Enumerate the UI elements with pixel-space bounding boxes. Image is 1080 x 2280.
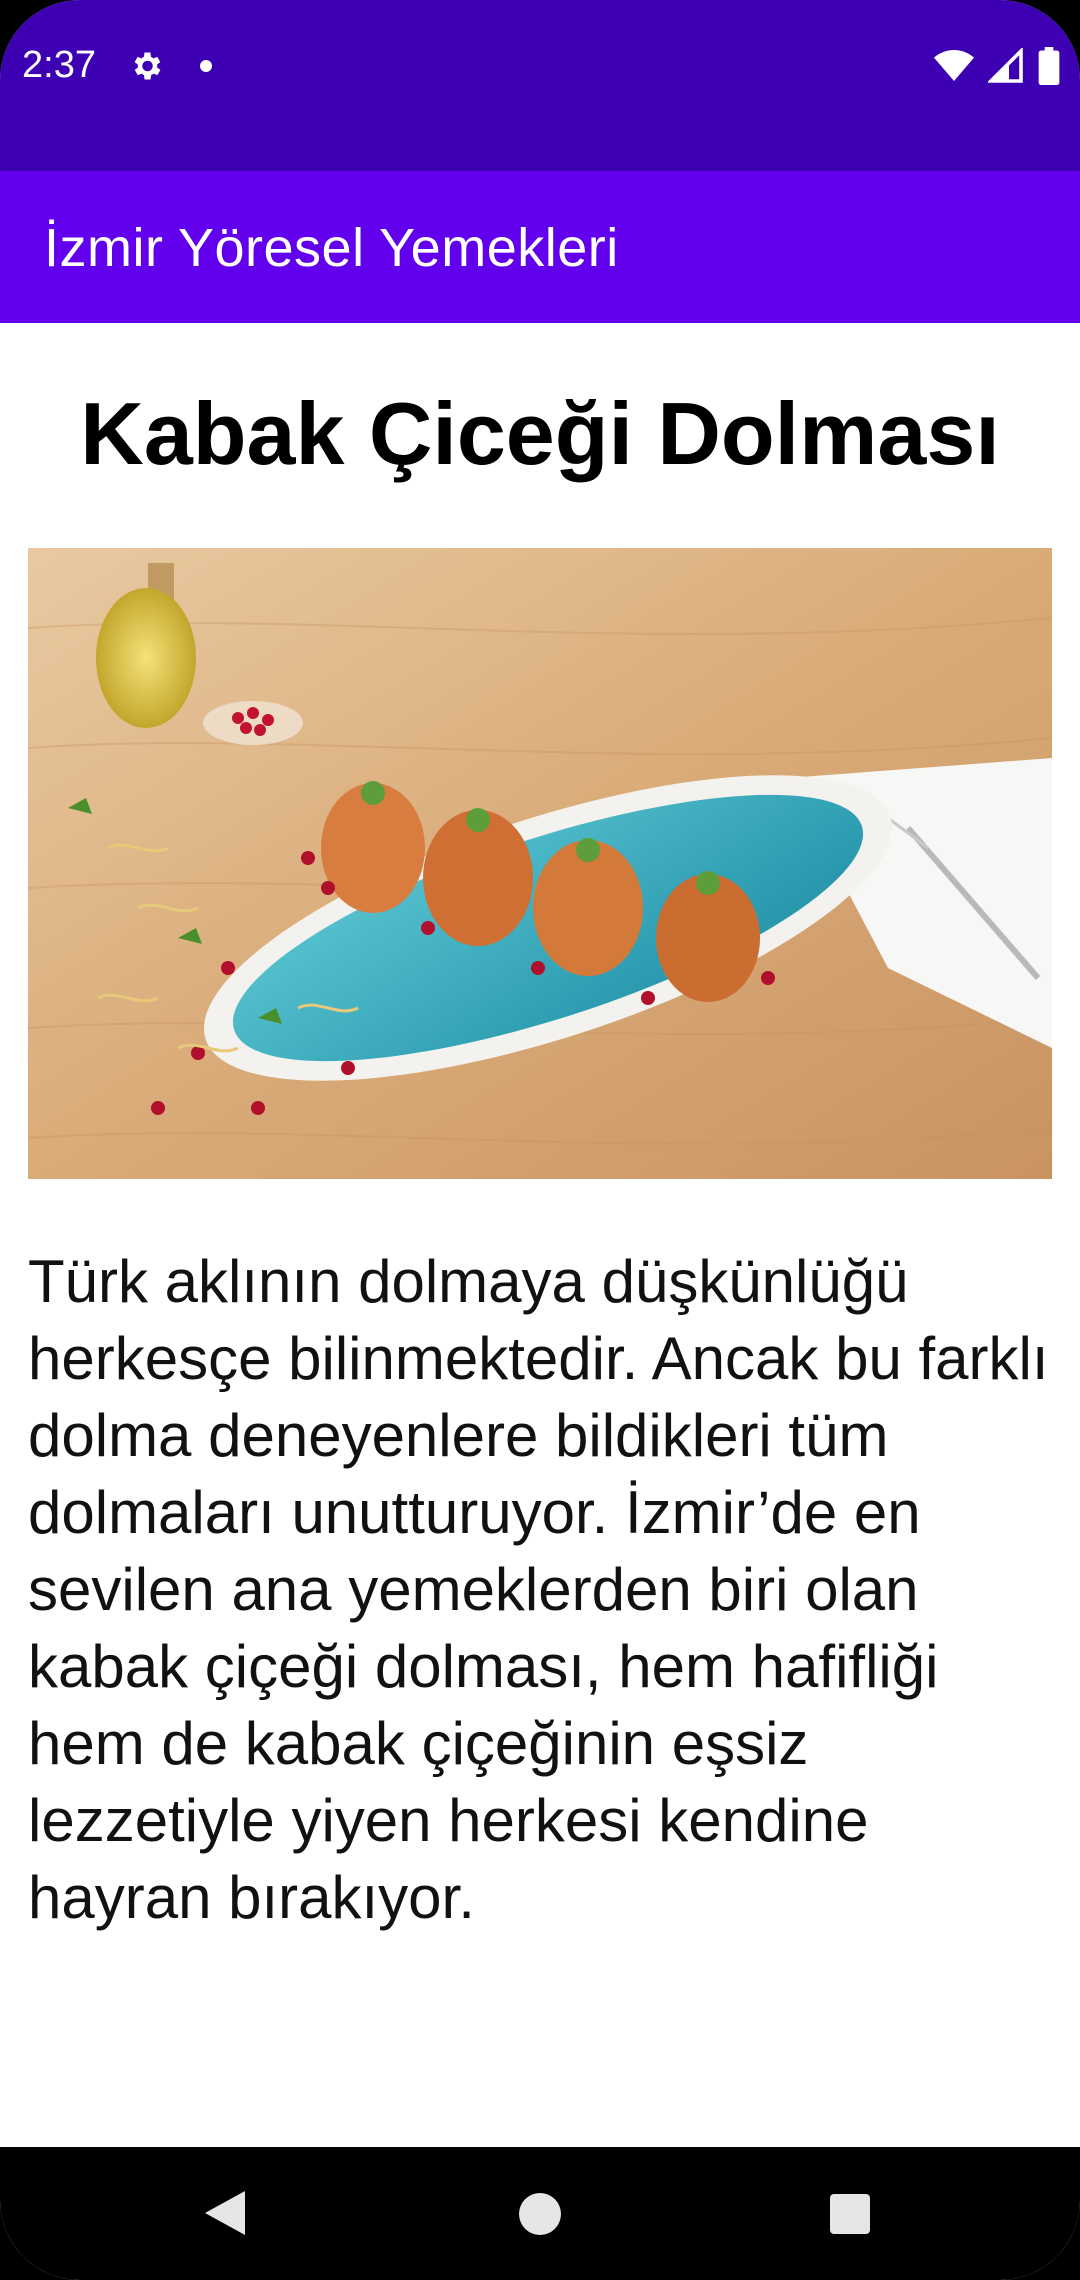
signal-icon bbox=[988, 48, 1023, 83]
status-time: 2:37 bbox=[22, 44, 96, 86]
notification-dot-icon bbox=[200, 60, 212, 72]
dish-description: Türk aklının dolmaya düşkünlüğü herkesçe… bbox=[28, 1248, 1049, 1931]
recipe-content[interactable]: Kabak Çiceği Dolması Türk aklının dolmay… bbox=[0, 323, 1080, 2147]
battery-icon bbox=[1038, 47, 1060, 85]
dish-photo-illustration bbox=[28, 548, 1052, 1179]
status-icons bbox=[934, 46, 1060, 86]
home-icon[interactable] bbox=[519, 2193, 561, 2235]
dish-photo bbox=[28, 548, 1052, 1179]
status-bar: 2:37 bbox=[0, 0, 1080, 171]
back-icon[interactable] bbox=[205, 2191, 245, 2235]
recents-icon[interactable] bbox=[830, 2194, 870, 2234]
app-title: İzmir Yöresel Yemekleri bbox=[44, 218, 619, 278]
wifi-icon bbox=[934, 50, 974, 81]
app-bar: İzmir Yöresel Yemekleri bbox=[0, 171, 1080, 323]
dish-title: Kabak Çiceği Dolması bbox=[80, 384, 1000, 483]
gear-icon bbox=[134, 52, 161, 80]
navigation-bar bbox=[0, 2147, 1080, 2280]
phone-screen: 2:37 İzmir Yöresel Yemekleri Kabak Çiceğ… bbox=[0, 0, 1080, 2280]
